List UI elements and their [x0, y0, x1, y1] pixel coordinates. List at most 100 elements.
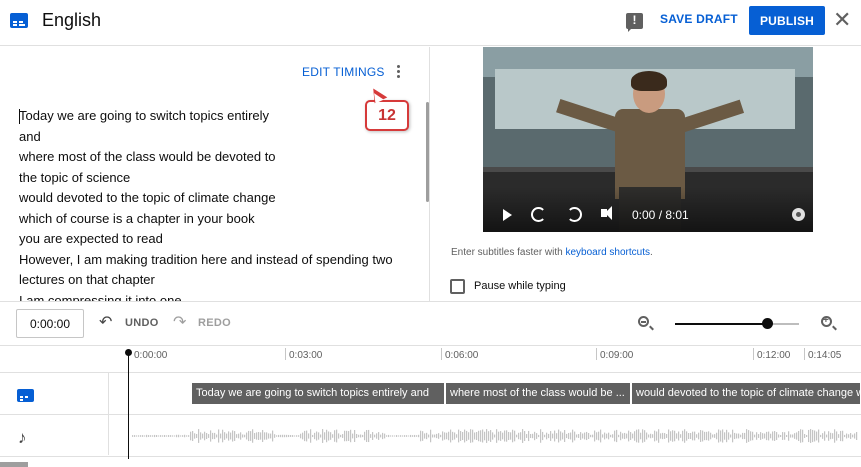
- editor-scrollbar[interactable]: [426, 102, 429, 202]
- redo-icon[interactable]: [173, 312, 189, 332]
- timeline-scrollbar[interactable]: [0, 462, 28, 467]
- waveform-bar: [810, 429, 812, 443]
- waveform-bar: [396, 435, 398, 437]
- waveform-bar: [164, 434, 166, 438]
- waveform-bar: [134, 435, 136, 437]
- waveform-bar: [824, 431, 826, 441]
- waveform-bar: [494, 434, 496, 438]
- subtitle-line: and: [19, 128, 41, 144]
- waveform-bar: [388, 434, 390, 438]
- keyboard-shortcuts-link[interactable]: keyboard shortcuts: [566, 247, 651, 258]
- waveform-bar: [298, 435, 300, 437]
- waveform-bar: [270, 433, 272, 439]
- waveform-bar: [430, 429, 432, 443]
- waveform-bar: [486, 429, 488, 443]
- waveform-bar: [772, 431, 774, 441]
- subtitle-segment[interactable]: where most of the class would be ...: [446, 383, 631, 404]
- waveform-bar: [212, 432, 214, 440]
- waveform-bar: [668, 429, 670, 443]
- waveform-bar: [336, 429, 338, 443]
- waveform-bar: [324, 432, 326, 440]
- waveform-bar: [192, 430, 194, 442]
- waveform-bar: [340, 434, 342, 438]
- waveform-bar: [366, 430, 368, 442]
- waveform-bar: [578, 434, 580, 438]
- feedback-icon[interactable]: [626, 13, 643, 32]
- waveform-bar: [600, 429, 602, 443]
- waveform-bar: [814, 430, 816, 442]
- waveform-bar: [500, 431, 502, 441]
- waveform-bar: [248, 430, 250, 442]
- waveform-bar: [780, 434, 782, 438]
- track-divider: [0, 414, 861, 415]
- waveform-bar: [532, 433, 534, 439]
- waveform-bar: [502, 432, 504, 440]
- waveform-bar: [260, 432, 262, 440]
- zoom-slider-thumb[interactable]: [762, 318, 773, 329]
- waveform-bar: [172, 435, 174, 437]
- waveform-bar: [314, 432, 316, 440]
- waveform-bar: [686, 431, 688, 441]
- subtitles-icon: [10, 13, 28, 28]
- pause-while-typing-label[interactable]: Pause while typing: [474, 280, 566, 292]
- play-icon[interactable]: [503, 209, 512, 221]
- waveform-bar: [188, 435, 190, 437]
- waveform-bar: [676, 433, 678, 439]
- waveform-bar: [648, 434, 650, 438]
- waveform-bar: [326, 429, 328, 443]
- video-controls: 0:00 / 8:01: [483, 205, 813, 227]
- video-player[interactable]: 0:00 / 8:01: [483, 47, 813, 232]
- redo-button[interactable]: REDO: [198, 317, 231, 329]
- waveform-bar: [704, 431, 706, 441]
- subtitle-editor[interactable]: EDIT TIMINGS 12 Today we are going to sw…: [0, 47, 430, 301]
- waveform-bar: [852, 434, 854, 438]
- more-options-icon[interactable]: [392, 64, 404, 80]
- current-time-input[interactable]: [16, 309, 84, 338]
- waveform-bar: [700, 430, 702, 442]
- waveform-bar: [468, 432, 470, 440]
- waveform-bar: [174, 435, 176, 437]
- subtitle-line: would devoted to the topic of climate ch…: [19, 190, 276, 205]
- close-icon[interactable]: ✕: [833, 9, 851, 31]
- subtitle-text-area[interactable]: Today we are going to switch topics enti…: [19, 106, 393, 301]
- subtitle-segment[interactable]: Today we are going to switch topics enti…: [192, 383, 445, 404]
- waveform-bar: [720, 430, 722, 442]
- publish-button[interactable]: PUBLISH: [749, 6, 825, 35]
- waveform-bar: [616, 429, 618, 443]
- fast-forward-icon[interactable]: [567, 207, 582, 222]
- waveform-bar: [240, 432, 242, 440]
- undo-icon[interactable]: [99, 312, 115, 332]
- waveform-bar: [272, 430, 274, 442]
- waveform-bar: [782, 432, 784, 440]
- waveform-bar: [236, 434, 238, 438]
- waveform-bar: [282, 434, 284, 438]
- waveform-bar: [744, 432, 746, 440]
- pause-while-typing-checkbox[interactable]: [450, 279, 465, 294]
- waveform-bar: [132, 435, 134, 437]
- waveform-bar: [470, 429, 472, 443]
- save-draft-button[interactable]: SAVE DRAFT: [660, 12, 738, 26]
- waveform-bar: [666, 434, 668, 438]
- waveform-bar: [432, 434, 434, 438]
- edit-timings-button[interactable]: EDIT TIMINGS: [302, 65, 385, 79]
- waveform-bar: [712, 434, 714, 438]
- waveform-bar: [288, 434, 290, 438]
- volume-icon[interactable]: [601, 206, 612, 220]
- settings-icon[interactable]: [792, 208, 805, 221]
- waveform-bar: [450, 429, 452, 443]
- playhead[interactable]: [128, 351, 129, 459]
- zoom-out-icon[interactable]: [638, 316, 649, 327]
- waveform-bar: [294, 435, 296, 437]
- waveform-bar: [734, 432, 736, 440]
- waveform-bar: [626, 433, 628, 439]
- waveform-bar: [168, 435, 170, 437]
- subtitle-segment[interactable]: would devoted to the topic of climate ch…: [632, 383, 861, 404]
- undo-button[interactable]: UNDO: [125, 317, 159, 329]
- waveform-bar: [378, 432, 380, 440]
- rewind-icon[interactable]: [531, 207, 546, 222]
- waveform-bar: [826, 434, 828, 438]
- timeline[interactable]: 0:00:00 0:03:00 0:06:00 0:09:00 0:12:00 …: [0, 345, 861, 467]
- waveform-bar: [280, 434, 282, 438]
- zoom-in-icon[interactable]: [821, 315, 832, 327]
- waveform-bar: [178, 434, 180, 438]
